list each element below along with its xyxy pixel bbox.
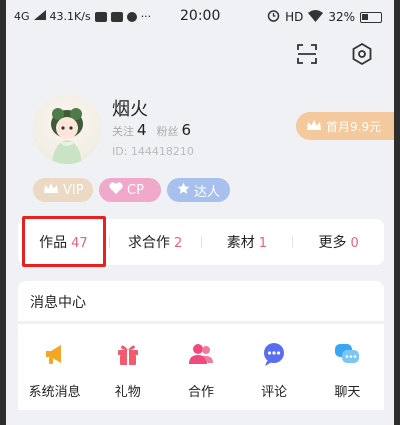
more-count: 0 xyxy=(350,236,359,251)
scan-icon[interactable] xyxy=(295,42,319,66)
signal-icon xyxy=(33,10,46,23)
follow-label[interactable]: 关注 xyxy=(112,123,134,139)
status-bar: 4G 43.1K/s ··· 20:00 HD 32% xyxy=(6,0,394,34)
material-count: 1 xyxy=(258,236,268,251)
star-icon xyxy=(177,182,190,199)
qq-icon xyxy=(126,11,137,22)
wifi-icon xyxy=(308,9,324,25)
megaphone-icon xyxy=(42,341,68,371)
chat-icon xyxy=(334,341,360,371)
gift-icon xyxy=(115,341,141,371)
cooperation-request-tab[interactable]: 求合作 2 xyxy=(110,232,201,252)
chat-label: 聊天 xyxy=(334,385,361,400)
cooperation-label: 合作 xyxy=(187,385,214,400)
crown-icon xyxy=(43,182,59,198)
material-label: 素材 xyxy=(226,235,255,251)
cooperation-request-label: 求合作 xyxy=(127,235,170,251)
daren-badge-label: 达人 xyxy=(194,184,221,200)
settings-gear-icon[interactable] xyxy=(350,42,374,66)
follow-stats: 关注 4 粉丝 6 xyxy=(112,121,201,139)
cooperation-request-count: 2 xyxy=(173,236,183,251)
comment-label: 评论 xyxy=(261,385,288,400)
status-right: HD 32% xyxy=(267,9,382,25)
system-message-item[interactable]: 系统消息 xyxy=(24,324,86,410)
hd-label: HD xyxy=(285,10,304,24)
app-screen: 4G 43.1K/s ··· 20:00 HD 32% 烟火 关注 4 粉丝 6… xyxy=(6,0,394,425)
fans-count[interactable]: 6 xyxy=(182,121,192,139)
comment-item[interactable]: 评论 xyxy=(243,324,305,410)
fans-label[interactable]: 粉丝 xyxy=(157,123,179,139)
status-left: 4G 43.1K/s ··· xyxy=(14,10,151,23)
video-icon xyxy=(94,11,107,22)
crown-icon xyxy=(306,119,322,134)
gift-item[interactable]: 礼物 xyxy=(97,324,159,410)
cp-badge[interactable]: CP xyxy=(99,178,161,202)
more-tab[interactable]: 更多 0 xyxy=(293,232,384,252)
more-dots-icon: ··· xyxy=(140,10,152,23)
promo-label: 首月9.9元 xyxy=(326,119,382,134)
comment-icon xyxy=(261,341,287,371)
status-time: 20:00 xyxy=(180,8,221,24)
follow-count[interactable]: 4 xyxy=(137,121,147,139)
speed-label: 43.1K/s xyxy=(49,10,91,23)
cooperation-item[interactable]: 合作 xyxy=(170,324,232,410)
message-notify-icon xyxy=(110,11,123,22)
battery-icon xyxy=(360,11,382,23)
avatar[interactable] xyxy=(32,94,102,164)
cp-badge-label: CP xyxy=(127,182,144,198)
more-label: 更多 xyxy=(318,235,347,251)
message-center-title: 消息中心 xyxy=(18,281,384,321)
vip-badge-label: VIP xyxy=(63,182,84,198)
daren-badge[interactable]: 达人 xyxy=(167,178,230,202)
system-message-label: 系统消息 xyxy=(28,385,81,400)
material-tab[interactable]: 素材 1 xyxy=(202,232,293,252)
battery-label: 32% xyxy=(328,10,355,24)
vip-badge[interactable]: VIP xyxy=(33,178,93,202)
message-center-grid: 系统消息 礼物 合作 评论 聊天 xyxy=(18,324,384,410)
gift-label: 礼物 xyxy=(114,385,141,400)
badge-row: VIP CP 达人 xyxy=(33,178,230,202)
user-id: ID: 144418210 xyxy=(112,145,194,158)
chat-item[interactable]: 聊天 xyxy=(316,324,378,410)
highlight-annotation-box xyxy=(22,216,106,267)
heart-icon xyxy=(109,182,123,198)
network-label: 4G xyxy=(14,10,30,23)
people-icon xyxy=(188,341,214,371)
username: 烟火 xyxy=(112,99,148,120)
alarm-icon xyxy=(267,9,280,25)
vip-promo-button[interactable]: 首月9.9元 xyxy=(296,112,394,140)
